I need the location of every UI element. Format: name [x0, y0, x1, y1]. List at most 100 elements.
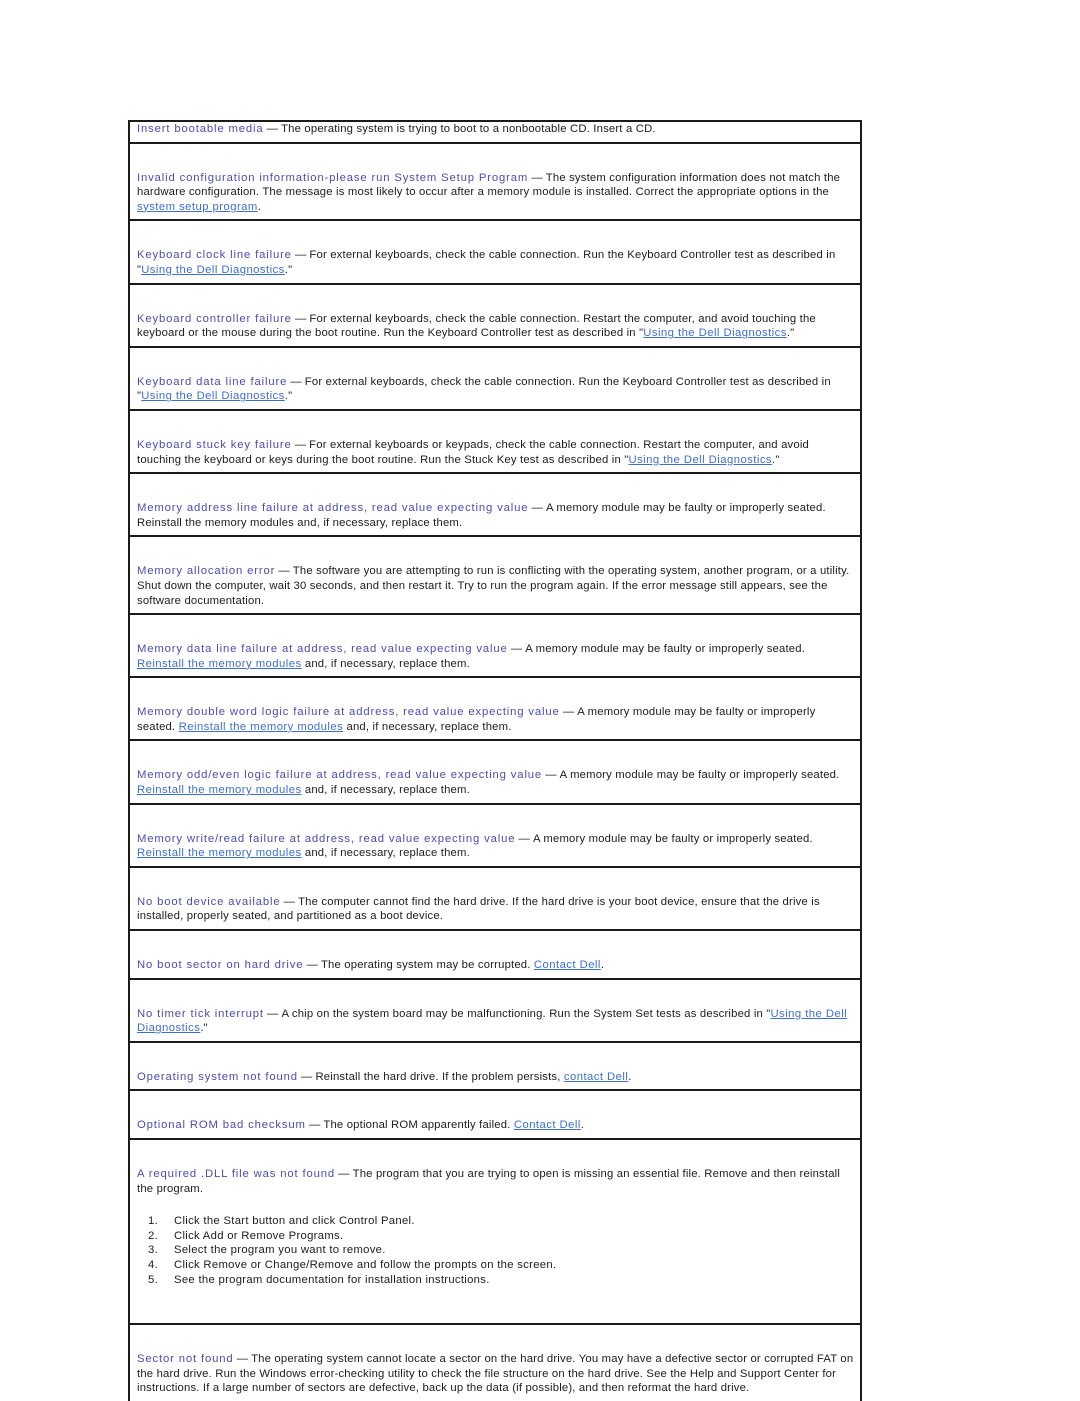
error-term: Keyboard data line failure — [137, 375, 288, 388]
table-row: Memory double word logic failure at addr… — [128, 678, 862, 742]
error-term: Keyboard controller failure — [137, 312, 292, 325]
term-dash: — — [263, 123, 282, 135]
term-dash: — — [542, 769, 560, 782]
cell-top-spacer — [130, 411, 860, 438]
error-description-tail: ." — [284, 390, 293, 403]
error-description-tail: ." — [772, 453, 780, 466]
table-row: Memory allocation error — The software y… — [128, 537, 862, 616]
error-description: The operating system is trying to boot t… — [281, 123, 656, 135]
error-term: No timer tick interrupt — [137, 1007, 264, 1020]
error-description: A memory module may be faulty or imprope… — [559, 769, 840, 782]
link-reinstall-the-memory-modules[interactable]: Reinstall the memory modules — [137, 847, 302, 859]
cell-top-spacer — [130, 980, 860, 1007]
table-row: Optional ROM bad checksum — The optional… — [128, 1091, 862, 1140]
step-number: 2. — [148, 1229, 159, 1242]
error-message-entry: Memory odd/even logic failure at address… — [130, 768, 860, 802]
step-text: Click Remove or Change/Remove and follow… — [174, 1258, 557, 1271]
error-message-entry: Memory allocation error — The software y… — [130, 564, 860, 613]
error-term: No boot device available — [137, 895, 281, 908]
table-row: Operating system not found — Reinstall t… — [128, 1042, 862, 1092]
step-number: 3. — [148, 1244, 159, 1257]
term-dash: — — [303, 959, 321, 972]
procedure-step-list: 1. Click the Start button and click Contr… — [130, 1214, 860, 1287]
error-message-entry: Keyboard stuck key failure — For externa… — [130, 438, 860, 472]
term-dash: — — [297, 1070, 316, 1083]
cell-top-spacer — [130, 931, 860, 958]
table-row: Keyboard controller failure — For extern… — [128, 284, 862, 348]
error-description: A memory module may be faulty or imprope… — [525, 643, 806, 656]
link-contact-dell[interactable]: contact Dell — [564, 1071, 628, 1083]
error-description-tail: ." — [284, 263, 293, 276]
list-item: 4. Click Remove or Change/Remove and foll… — [130, 1258, 860, 1273]
step-number: 4. — [148, 1258, 159, 1271]
error-message-entry: No boot device available — The computer … — [130, 895, 860, 929]
term-dash: — — [335, 1168, 353, 1180]
link-contact-dell[interactable]: Contact Dell — [514, 1119, 581, 1131]
error-term: Optional ROM bad checksum — [137, 1119, 306, 1132]
link-reinstall-the-memory-modules[interactable]: Reinstall the memory modules — [137, 784, 302, 796]
list-item: 5. See the program documentation for inst… — [130, 1273, 860, 1288]
cell-top-spacer — [130, 868, 860, 895]
link-reinstall-the-memory-modules[interactable]: Reinstall the memory modules — [137, 658, 302, 670]
error-message-entry: A required .DLL file was not found — The… — [130, 1167, 860, 1201]
cell-top-spacer — [130, 348, 860, 375]
error-term: Memory allocation error — [137, 565, 276, 578]
step-number: 1. — [148, 1215, 159, 1228]
cell-top-spacer — [130, 741, 860, 768]
term-dash: — — [291, 249, 310, 262]
term-dash: — — [559, 706, 578, 719]
error-description-tail: . — [628, 1070, 632, 1083]
step-text: See the program documentation for instal… — [174, 1273, 490, 1286]
cell-top-spacer — [130, 285, 860, 312]
error-term: Sector not found — [137, 1353, 234, 1366]
table-row: Invalid configuration information-please… — [128, 143, 862, 222]
table-row: Memory odd/even logic failure at address… — [128, 741, 862, 805]
term-dash: — — [233, 1353, 252, 1366]
table-row: Memory write/read failure at address, re… — [128, 804, 862, 868]
cell-top-spacer — [130, 221, 860, 248]
error-message-entry: No boot sector on hard drive — The opera… — [130, 958, 860, 978]
error-term: Invalid configuration information-please… — [137, 171, 529, 184]
error-term: Memory odd/even logic failure at address… — [137, 769, 543, 782]
link-using-the-dell-diagnostics[interactable]: Using the Dell Diagnostics — [628, 454, 772, 466]
link-using-the-dell-diagnostics[interactable]: Using the Dell Diagnostics — [141, 390, 285, 402]
step-text: Click Add or Remove Programs. — [174, 1229, 344, 1242]
link-using-the-dell-diagnostics[interactable]: Using the Dell Diagnostics — [643, 327, 787, 339]
cell-top-spacer — [130, 1043, 860, 1070]
cell-bottom-spacer — [130, 1287, 860, 1323]
error-message-entry: Keyboard data line failure — For externa… — [130, 375, 860, 409]
cell-top-spacer — [130, 1140, 860, 1167]
link-system-setup-program[interactable]: system setup program — [137, 201, 258, 213]
cell-top-spacer — [130, 678, 860, 705]
table-row: Memory data line failure at address, rea… — [128, 615, 862, 679]
error-message-entry: Memory data line failure at address, rea… — [130, 642, 860, 676]
error-message-entry: Memory double word logic failure at addr… — [130, 705, 860, 739]
link-using-the-dell-diagnostics[interactable]: Using the Dell Diagnostics — [141, 264, 285, 276]
term-dash: — — [528, 502, 546, 515]
error-description-tail: . — [580, 1119, 585, 1132]
error-messages-table: Insert bootable media — The operating sy… — [128, 120, 862, 1401]
table-row: No boot device available — The computer … — [128, 867, 862, 932]
error-message-entry: Optional ROM bad checksum — The optional… — [130, 1118, 860, 1138]
term-dash: — — [528, 171, 546, 184]
table-row: Keyboard clock line failure — For extern… — [128, 221, 862, 285]
cell-top-spacer — [130, 474, 860, 501]
cell-top-spacer — [130, 537, 860, 564]
error-message-entry: Keyboard clock line failure — For extern… — [130, 248, 860, 282]
error-term: Insert bootable media — [137, 123, 264, 135]
step-text: Click the Start button and click Control… — [174, 1215, 415, 1228]
error-message-entry: Insert bootable media — The operating sy… — [130, 122, 860, 142]
table-row: No timer tick interrupt — A chip on the … — [128, 979, 862, 1043]
error-description-tail: and, if necessary, replace them. — [301, 784, 470, 797]
error-description-tail: ." — [786, 327, 795, 340]
error-message-entry: Sector not found — The operating system … — [130, 1352, 860, 1401]
cell-top-spacer — [130, 805, 860, 832]
error-term: Keyboard clock line failure — [137, 249, 292, 262]
cell-top-spacer — [130, 144, 860, 171]
step-number: 5. — [148, 1273, 159, 1286]
link-reinstall-the-memory-modules[interactable]: Reinstall the memory modules — [179, 721, 344, 733]
cell-top-spacer — [130, 615, 860, 642]
link-contact-dell[interactable]: Contact Dell — [534, 959, 601, 971]
error-description: Reinstall the hard drive. If the problem… — [315, 1070, 564, 1083]
error-description: A memory module may be faulty or imprope… — [533, 832, 813, 845]
